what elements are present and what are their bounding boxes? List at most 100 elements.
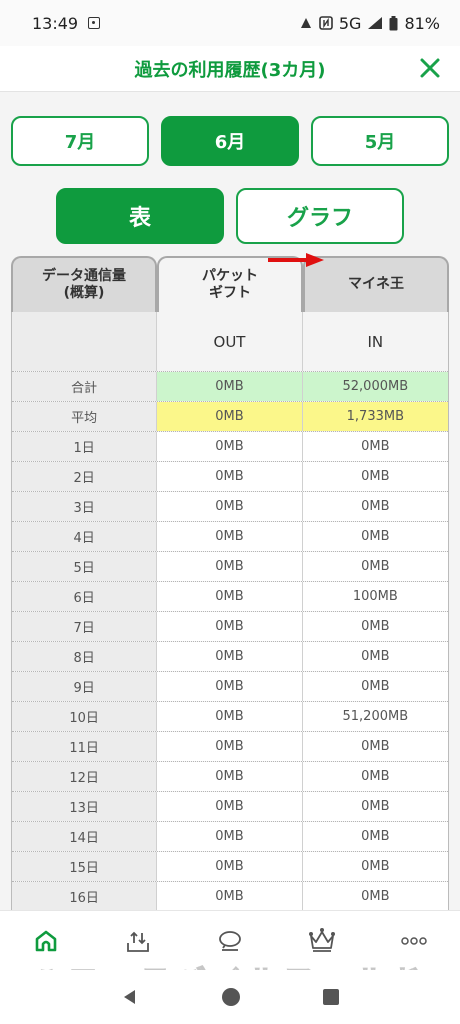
day-label: 15日 xyxy=(12,852,158,881)
day-in: 0MB xyxy=(302,552,448,581)
nav-chat[interactable] xyxy=(205,921,255,961)
vibrate-icon xyxy=(300,18,311,28)
average-label: 平均 xyxy=(12,402,158,431)
day-label: 16日 xyxy=(12,882,158,910)
more-icon xyxy=(401,936,427,945)
table-row: 4日 0MB 0MB xyxy=(12,522,448,552)
table-row: 2日 0MB 0MB xyxy=(12,462,448,492)
total-out: 0MB xyxy=(157,372,303,401)
tab-maine-ou-label: マイネ王 xyxy=(348,276,404,293)
page-title: 過去の利用履歴(3カ月) xyxy=(134,59,326,81)
nav-more[interactable] xyxy=(389,921,439,961)
crown-icon xyxy=(309,927,335,952)
category-tabs: データ通信量 (概算) パケット ギフト マイネ王 xyxy=(11,256,449,312)
day-in: 100MB xyxy=(302,582,448,611)
nav-home[interactable] xyxy=(21,921,71,961)
day-out: 0MB xyxy=(157,672,303,701)
day-rows: 1日 0MB 0MB 2日 0MB 0MB 3日 0MB 0MB 4日 0MB 0MB 5日 0MB 0MB… xyxy=(12,432,448,910)
day-label: 7日 xyxy=(12,612,158,641)
day-label: 4日 xyxy=(12,522,158,551)
day-out: 0MB xyxy=(157,732,303,761)
day-in: 0MB xyxy=(302,672,448,701)
app-header: 過去の利用履歴(3カ月) xyxy=(0,46,460,92)
table-row: 12日 0MB 0MB xyxy=(12,762,448,792)
header-in-cell: IN xyxy=(302,312,448,371)
day-label: 1日 xyxy=(12,432,158,461)
nfc-icon xyxy=(319,16,333,30)
home-icon xyxy=(35,930,57,951)
day-out: 0MB xyxy=(157,792,303,821)
day-in: 0MB xyxy=(302,732,448,761)
total-in: 52,000MB xyxy=(302,372,448,401)
day-label: 10日 xyxy=(12,702,158,731)
chat-bubble-icon xyxy=(219,930,241,951)
back-icon[interactable] xyxy=(120,987,140,1007)
recents-icon[interactable] xyxy=(322,988,340,1006)
red-arrow-icon xyxy=(268,253,324,267)
table-header-row: OUT IN xyxy=(12,312,448,372)
home-circle-icon[interactable] xyxy=(221,987,241,1007)
graph-view-button[interactable]: グラフ xyxy=(236,188,404,244)
day-out: 0MB xyxy=(157,462,303,491)
day-in: 0MB xyxy=(302,432,448,461)
average-out: 0MB xyxy=(157,402,303,431)
table-row: 9日 0MB 0MB xyxy=(12,672,448,702)
day-label: 12日 xyxy=(12,762,158,791)
day-out: 0MB xyxy=(157,822,303,851)
upload-tray-icon xyxy=(127,931,149,952)
day-in: 0MB xyxy=(302,612,448,641)
day-out: 0MB xyxy=(157,702,303,731)
day-out: 0MB xyxy=(157,552,303,581)
nav-crown[interactable] xyxy=(297,921,347,961)
day-label: 9日 xyxy=(12,672,158,701)
table-row: 11日 0MB 0MB xyxy=(12,732,448,762)
tab-packet-gift-label: パケット ギフト xyxy=(202,267,258,302)
month-button-july[interactable]: 7月 xyxy=(11,116,149,166)
table-row: 16日 0MB 0MB xyxy=(12,882,448,910)
header-out-cell: OUT xyxy=(157,312,303,371)
table-row: 15日 0MB 0MB xyxy=(12,852,448,882)
day-label: 5日 xyxy=(12,552,158,581)
month-button-may[interactable]: 5月 xyxy=(311,116,449,166)
day-in: 0MB xyxy=(302,642,448,671)
day-out: 0MB xyxy=(157,492,303,521)
close-icon[interactable] xyxy=(416,54,444,82)
nav-upload[interactable] xyxy=(113,921,163,961)
network-label: 5G xyxy=(338,13,362,33)
usage-table: OUT IN 合計 0MB 52,000MB 平均 0MB 1,733MB 1日… xyxy=(11,312,449,910)
main-content: 7月 6月 5月 表 グラフ データ通信量 (概算) パケット ギフト マイネ王… xyxy=(0,92,460,910)
day-label: 13日 xyxy=(12,792,158,821)
battery-icon xyxy=(389,15,398,30)
notification-icon xyxy=(88,17,101,29)
day-out: 0MB xyxy=(157,582,303,611)
tab-data-usage-label: データ通信量 (概算) xyxy=(42,267,126,302)
status-bar: 13:49 5G 81% xyxy=(0,0,460,46)
table-view-button[interactable]: 表 xyxy=(56,188,224,244)
average-in: 1,733MB xyxy=(302,402,448,431)
day-in: 0MB xyxy=(302,792,448,821)
day-out: 0MB xyxy=(157,852,303,881)
table-row: 8日 0MB 0MB xyxy=(12,642,448,672)
day-label: 2日 xyxy=(12,462,158,491)
day-in: 0MB xyxy=(302,492,448,521)
day-label: 14日 xyxy=(12,822,158,851)
day-in: 0MB xyxy=(302,522,448,551)
battery-percent: 81% xyxy=(404,13,440,33)
table-row: 14日 0MB 0MB xyxy=(12,822,448,852)
day-out: 0MB xyxy=(157,762,303,791)
table-row: 3日 0MB 0MB xyxy=(12,492,448,522)
month-button-june[interactable]: 6月 xyxy=(161,116,299,166)
tab-data-usage[interactable]: データ通信量 (概算) xyxy=(11,256,157,312)
day-in: 51,200MB xyxy=(302,702,448,731)
table-row: 5日 0MB 0MB xyxy=(12,552,448,582)
average-row: 平均 0MB 1,733MB xyxy=(12,402,448,432)
signal-icon xyxy=(368,17,383,29)
day-out: 0MB xyxy=(157,612,303,641)
day-in: 0MB xyxy=(302,882,448,910)
day-out: 0MB xyxy=(157,432,303,461)
table-row: 1日 0MB 0MB xyxy=(12,432,448,462)
bottom-nav xyxy=(0,910,460,970)
total-row: 合計 0MB 52,000MB xyxy=(12,372,448,402)
day-out: 0MB xyxy=(157,522,303,551)
day-out: 0MB xyxy=(157,642,303,671)
